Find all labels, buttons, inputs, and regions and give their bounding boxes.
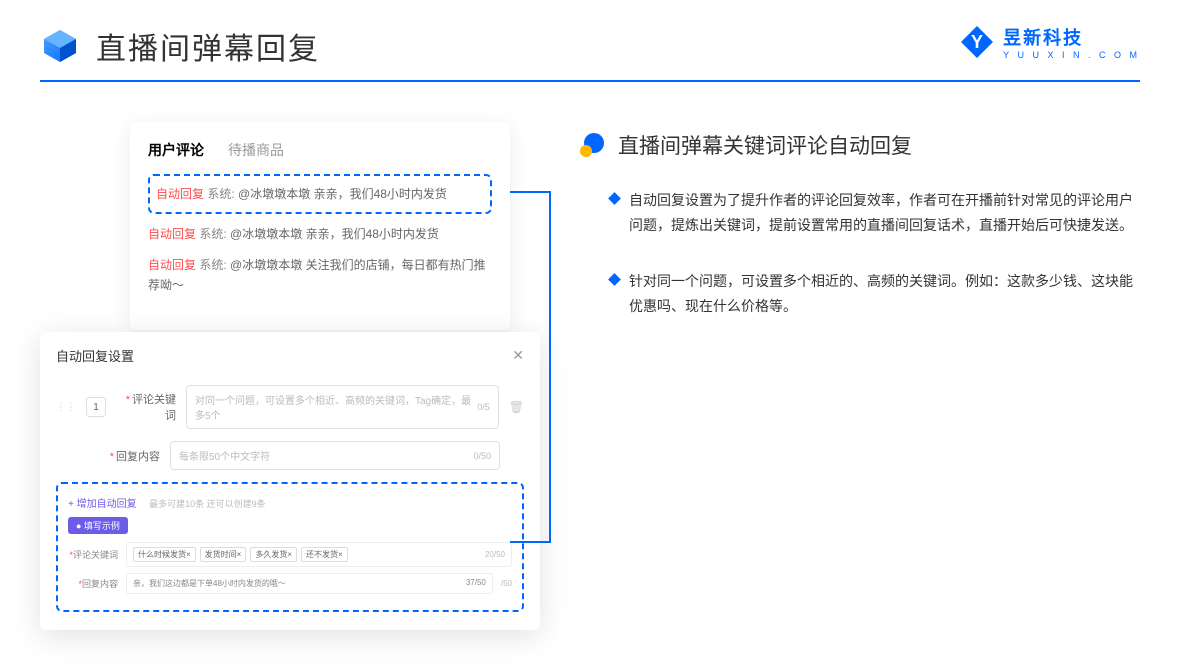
paragraph: 自动回复设置为了提升作者的评论回复效率，作者可在开播前针对常见的评论用户问题，提… <box>629 188 1140 237</box>
comment-row: 自动回复 系统: @冰墩墩本墩 关注我们的店铺，每日都有热门推荐呦～ <box>148 255 492 296</box>
keyword-input[interactable]: 对同一个问题，可设置多个相近、高频的关键词，Tag确定，最多5个 0/5 <box>186 385 499 429</box>
tab-comments[interactable]: 用户评论 <box>148 140 204 160</box>
page-title: 直播间弹幕回复 <box>96 24 320 68</box>
drag-icon[interactable]: ⋮⋮ <box>56 402 76 413</box>
section-bullet-icon <box>580 133 604 157</box>
close-icon[interactable]: ✕ <box>512 347 524 364</box>
settings-modal: 自动回复设置 ✕ ⋮⋮ 1 *评论关键词 对同一个问题，可设置多个相近、高频的关… <box>40 332 540 630</box>
cube-icon <box>40 26 80 66</box>
tab-products[interactable]: 待播商品 <box>228 140 284 160</box>
modal-title: 自动回复设置 <box>56 346 134 365</box>
auto-reply-tag: 自动回复 <box>156 187 204 201</box>
brand-logo: Y 昱新科技 Y U U X I N . C O M <box>959 24 1140 60</box>
rule-number: 1 <box>86 397 106 417</box>
comment-row: 自动回复 系统: @冰墩墩本墩 亲亲，我们48小时内发货 <box>148 224 492 244</box>
brand-name: 昱新科技 <box>1003 24 1140 50</box>
highlighted-comment: 自动回复 系统: @冰墩墩本墩 亲亲，我们48小时内发货 <box>148 174 492 214</box>
example-keyword-input[interactable]: 什么时候发货× 发货时间× 多久发货× 还不发货× 20/50 <box>126 542 512 567</box>
trash-icon[interactable]: 🗑 <box>509 400 524 414</box>
example-box: + 增加自动回复 最多可建10条 还可以创建9条 ● 填写示例 *评论关键词 什… <box>56 482 524 612</box>
example-badge: ● 填写示例 <box>68 517 128 534</box>
add-rule-link[interactable]: + 增加自动回复 <box>68 495 137 510</box>
diamond-bullet-icon <box>608 192 621 205</box>
section-title: 直播间弹幕关键词评论自动回复 <box>618 130 912 160</box>
brand-url: Y U U X I N . C O M <box>1003 50 1140 60</box>
content-input[interactable]: 每条限50个中文字符 0/50 <box>170 441 500 470</box>
diamond-bullet-icon <box>608 273 621 286</box>
comments-card: 用户评论 待播商品 自动回复 系统: @冰墩墩本墩 亲亲，我们48小时内发货 自… <box>130 122 510 330</box>
example-content-input[interactable]: 亲，我们这边都是下单48小时内发货的哦～ 37/50 <box>126 573 493 594</box>
svg-text:Y: Y <box>971 32 983 52</box>
paragraph: 针对同一个问题，可设置多个相近的、高频的关键词。例如：这款多少钱、这块能优惠吗、… <box>629 269 1140 318</box>
